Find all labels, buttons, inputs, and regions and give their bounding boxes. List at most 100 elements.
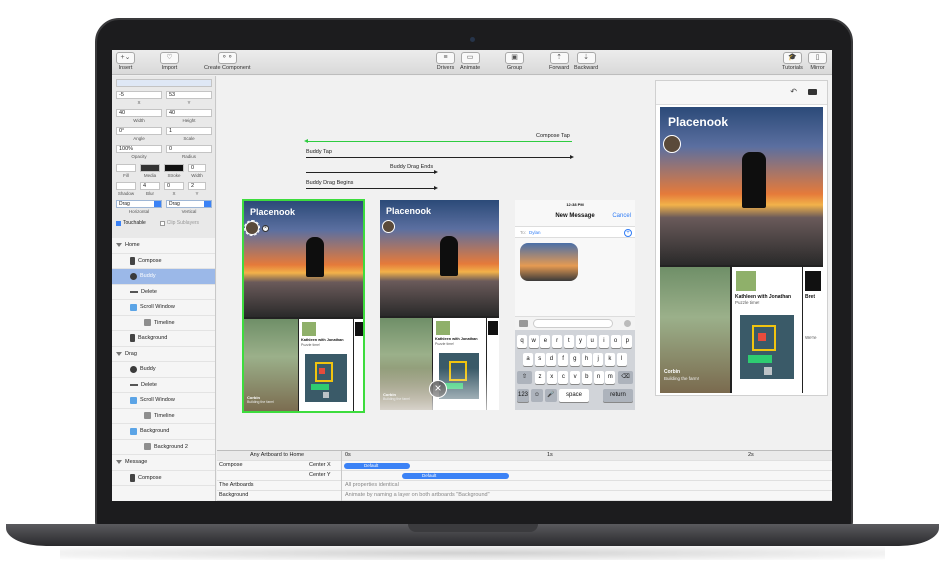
- cancel-button[interactable]: Cancel: [612, 213, 631, 219]
- width-field[interactable]: 40: [116, 109, 162, 117]
- record-icon[interactable]: [808, 89, 817, 95]
- insert-button[interactable]: +⌄ Insert: [116, 52, 135, 71]
- layer-row[interactable]: Delete: [112, 378, 215, 393]
- buddy-drag-ends-arrow[interactable]: [306, 170, 438, 174]
- layer-row[interactable]: Message: [112, 455, 215, 471]
- keyboard-key[interactable]: d: [546, 353, 557, 366]
- keyboard-key[interactable]: f: [558, 353, 569, 366]
- x-field[interactable]: -5: [116, 91, 162, 99]
- keyboard-key[interactable]: k: [604, 353, 615, 366]
- fill-swatch[interactable]: [116, 164, 136, 172]
- keyboard-key[interactable]: y: [575, 335, 586, 348]
- drivers-button[interactable]: ≡ Drivers: [436, 52, 455, 71]
- keyboard-key[interactable]: g: [569, 353, 580, 366]
- keyboard-key[interactable]: j: [593, 353, 604, 366]
- opacity-field[interactable]: 100%: [116, 145, 162, 153]
- layer-row[interactable]: Compose: [112, 471, 215, 486]
- timeline-row-center-y[interactable]: Center Y Default: [217, 471, 832, 481]
- timeline-row-background[interactable]: Background Animate by naming a layer on …: [217, 491, 832, 501]
- forward-button[interactable]: ⇡ Forward: [549, 52, 569, 71]
- keyboard-key[interactable]: e: [540, 335, 551, 348]
- keyboard-key[interactable]: l: [616, 353, 627, 366]
- layer-row[interactable]: Scroll Window: [112, 393, 215, 409]
- to-field[interactable]: To: Dylan +: [515, 226, 635, 238]
- y-field[interactable]: 53: [166, 91, 212, 99]
- artboard-drag[interactable]: Placenook Kathleen with Jonathan Puzzle …: [380, 200, 499, 410]
- scale-field[interactable]: 1: [166, 127, 212, 135]
- artboard-message[interactable]: 12:38 PM New Message Cancel To: Dylan + …: [515, 200, 635, 410]
- alignment-bar[interactable]: [116, 79, 212, 87]
- keyboard-key[interactable]: o: [610, 335, 621, 348]
- keyboard-key[interactable]: return: [603, 389, 633, 402]
- center-y-bar[interactable]: Default: [402, 473, 509, 479]
- layer-row[interactable]: Timeline: [112, 316, 215, 331]
- message-input[interactable]: [533, 319, 613, 328]
- keyboard-key[interactable]: w: [528, 335, 539, 348]
- layer-row[interactable]: Compose: [112, 254, 215, 269]
- layer-row[interactable]: Drag: [112, 347, 215, 362]
- keyboard-key[interactable]: b: [581, 371, 592, 384]
- tutorials-button[interactable]: 🎓 Tutorials: [782, 52, 803, 71]
- buddy-avatar[interactable]: [244, 220, 260, 236]
- keyboard-key[interactable]: t: [563, 335, 574, 348]
- vertical-select[interactable]: Drag: [166, 200, 212, 208]
- buddy-drag-begins-arrow[interactable]: [306, 186, 438, 190]
- timeline-row-center-x[interactable]: Compose Center X Default: [217, 461, 832, 471]
- shadow-x-field[interactable]: 0: [164, 182, 184, 190]
- delete-key-icon[interactable]: ⌫: [618, 371, 633, 384]
- preview-buddy-avatar[interactable]: [663, 135, 681, 153]
- keyboard-key[interactable]: a: [523, 353, 533, 366]
- keyboard-key[interactable]: c: [558, 371, 569, 384]
- camera-icon-small[interactable]: [519, 320, 528, 327]
- keyboard-key[interactable]: z: [535, 371, 545, 384]
- angle-field[interactable]: 0°: [116, 127, 162, 135]
- layer-row[interactable]: Buddy: [112, 269, 215, 285]
- emoji-key-icon[interactable]: ☺: [531, 389, 543, 402]
- group-button[interactable]: ▣ Group: [505, 52, 524, 71]
- keyboard-key[interactable]: r: [552, 335, 563, 348]
- keyboard-key[interactable]: q: [517, 335, 527, 348]
- dictation-key-icon[interactable]: 🎤: [545, 389, 557, 402]
- keyboard-key[interactable]: u: [587, 335, 598, 348]
- keyboard-key[interactable]: space: [559, 389, 589, 402]
- keyboard-key[interactable]: 123: [517, 389, 529, 402]
- stroke-swatch[interactable]: [164, 164, 184, 172]
- preview-device[interactable]: Placenook Kathleen with Jonathan Puzzle …: [660, 107, 823, 393]
- layer-row[interactable]: Timeline: [112, 409, 215, 424]
- layer-row[interactable]: Background: [112, 424, 215, 440]
- keyboard-key[interactable]: s: [534, 353, 545, 366]
- horizontal-select[interactable]: Drag: [116, 200, 162, 208]
- canvas[interactable]: Compose Tap Buddy Tap Buddy Drag Ends Bu…: [217, 76, 832, 450]
- layer-row[interactable]: Background: [112, 331, 215, 347]
- mirror-button[interactable]: ▯ Mirror: [808, 52, 827, 71]
- close-icon[interactable]: ×: [262, 225, 269, 232]
- radius-field[interactable]: 0: [166, 145, 212, 153]
- attached-photo[interactable]: [520, 243, 578, 281]
- keyboard-key[interactable]: x: [546, 371, 557, 384]
- keyboard-key[interactable]: p: [622, 335, 633, 348]
- create-component-button[interactable]: ⚬⚬ Create Component: [204, 52, 250, 71]
- touchable-checkbox[interactable]: Touchable: [116, 220, 146, 226]
- shift-key-icon[interactable]: ⇧: [517, 371, 532, 384]
- layer-row[interactable]: Background 2: [112, 440, 215, 455]
- mic-icon[interactable]: [624, 320, 631, 327]
- timeline-row-artboards[interactable]: The Artboards All properties identical: [217, 481, 832, 491]
- buddy-tap-arrow[interactable]: [306, 155, 574, 159]
- keyboard-key[interactable]: m: [605, 371, 616, 384]
- height-field[interactable]: 40: [166, 109, 212, 117]
- compose-tap-arrow[interactable]: [304, 139, 572, 143]
- shadow-swatch[interactable]: [116, 182, 136, 190]
- layer-row[interactable]: Home: [112, 238, 215, 254]
- keyboard-key[interactable]: n: [593, 371, 604, 384]
- backward-button[interactable]: ⇣ Backward: [574, 52, 598, 71]
- layer-row[interactable]: Scroll Window: [112, 300, 215, 316]
- buddy-avatar-2[interactable]: [382, 220, 395, 233]
- stroke-width-field[interactable]: 0: [188, 164, 206, 172]
- layer-row[interactable]: Delete: [112, 285, 215, 300]
- keyboard-key[interactable]: i: [598, 335, 609, 348]
- clip-sublayers-checkbox[interactable]: Clip Sublayers: [159, 220, 199, 226]
- add-contact-icon[interactable]: +: [624, 229, 632, 237]
- shadow-y-field[interactable]: 2: [188, 182, 206, 190]
- center-x-bar[interactable]: Default: [344, 463, 410, 469]
- keyboard-key[interactable]: v: [570, 371, 581, 384]
